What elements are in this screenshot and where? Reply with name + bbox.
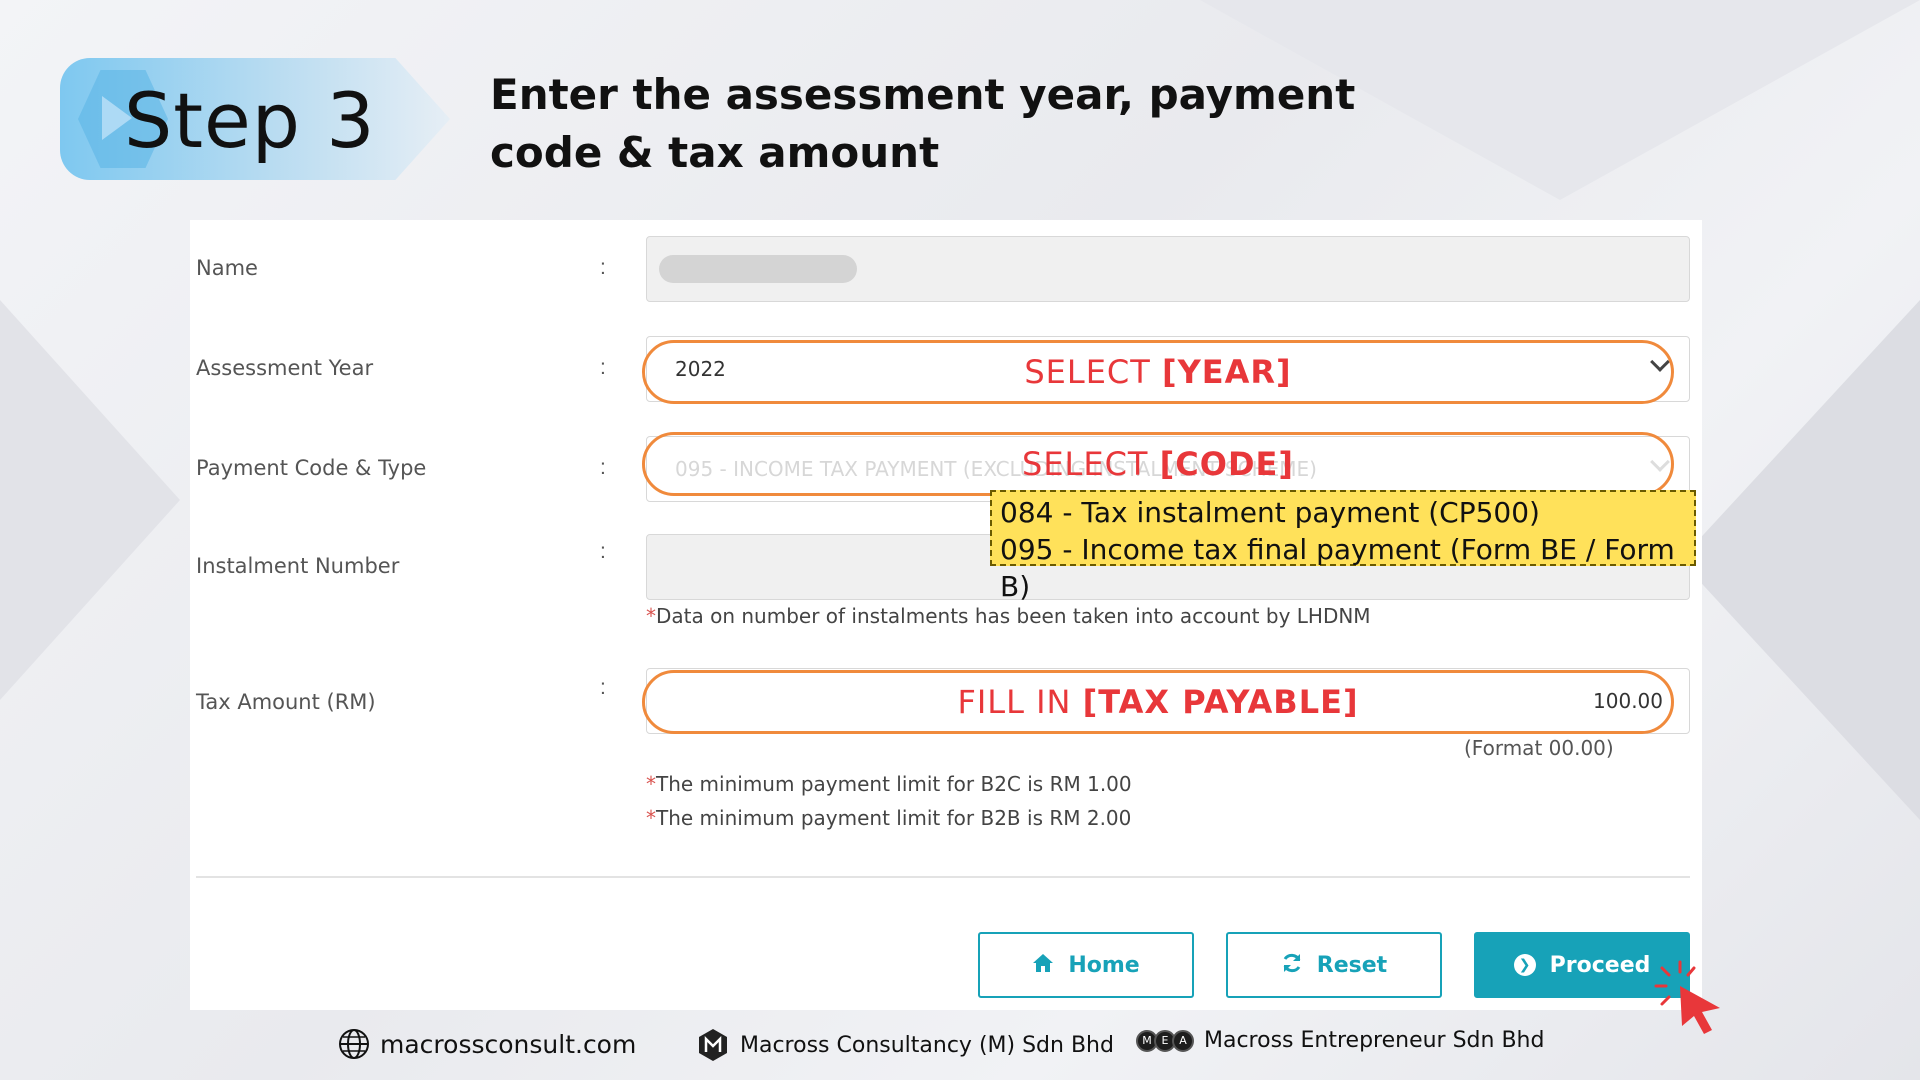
payment-code-colon: : [600,456,606,479]
tax-amount-label: Tax Amount (RM) [196,690,376,714]
required-star: * [646,806,656,830]
payment-code-options-note: 084 - Tax instalment payment (CP500) 095… [990,490,1696,603]
background-shape [0,300,180,700]
company1-text: Macross Consultancy (M) Sdn Bhd [740,1032,1114,1058]
code-option: 095 - Income tax final payment (Form BE … [1000,533,1675,603]
footer: macrossconsult.com Macross Consultancy (… [0,1024,1920,1068]
background-shape [1680,300,1920,820]
annotation-keyword: [YEAR] [1161,353,1292,391]
fill-tax-highlight: FILL IN [TAX PAYABLE] [642,670,1674,734]
home-button-label: Home [1068,952,1140,978]
footer-website[interactable]: macrossconsult.com [338,1028,636,1060]
fill-tax-annotation: FILL IN [TAX PAYABLE] [957,683,1358,721]
required-star: * [646,604,656,628]
reset-button-label: Reset [1316,952,1388,978]
annotation-keyword: [TAX PAYABLE] [1082,683,1359,721]
website-text: macrossconsult.com [380,1029,637,1059]
name-field [646,236,1690,302]
code-option: 084 - Tax instalment payment (CP500) [1000,496,1540,529]
reset-button[interactable]: Reset [1226,932,1442,998]
instalment-number-colon: : [600,540,606,563]
home-button[interactable]: Home [978,932,1194,998]
annotation-prefix: SELECT [1024,353,1162,391]
footer-company-macross-consultancy: Macross Consultancy (M) Sdn Bhd [696,1028,1114,1062]
mea-logo-letter: A [1172,1029,1194,1052]
globe-icon [339,1029,369,1059]
step-instruction: Enter the assessment year, payment code … [490,70,1356,177]
b2b-limit-text: The minimum payment limit for B2B is RM … [656,806,1132,830]
required-star: * [646,772,656,796]
tax-amount-format-hint: (Format 00.00) [1464,736,1614,760]
form-divider [196,876,1690,878]
name-colon: : [600,256,606,279]
mea-logo: M E A [1136,1029,1194,1052]
name-label: Name [196,256,258,280]
home-icon [1032,953,1054,978]
payment-code-label: Payment Code & Type [196,456,427,480]
annotation-prefix: SELECT [1022,445,1160,483]
annotation-prefix: FILL IN [957,683,1083,721]
instalment-note: *Data on number of instalments has been … [646,604,1371,628]
assessment-year-colon: : [600,356,606,379]
select-year-annotation: SELECT [YEAR] [1024,353,1291,391]
macross-consultancy-logo [699,1029,727,1061]
tax-amount-colon: : [600,676,606,699]
proceed-button-label: Proceed [1549,952,1651,978]
refresh-icon [1281,952,1303,979]
b2c-limit-note: *The minimum payment limit for B2C is RM… [646,772,1132,796]
arrow-circle-right-icon: ❯ [1513,954,1536,976]
footer-company-macross-entrepreneur: M E A Macross Entrepreneur Sdn Bhd [1136,1028,1545,1053]
select-code-annotation: SELECT [CODE] [1022,445,1294,483]
step-title: Step 3 [124,76,376,165]
select-code-highlight: SELECT [CODE] [642,432,1674,496]
instalment-number-label: Instalment Number [196,554,400,578]
redacted-name [659,255,857,283]
payment-form-panel: Name : Assessment Year : 2022 Payment Co… [190,220,1702,1010]
b2c-limit-text: The minimum payment limit for B2C is RM … [656,772,1132,796]
b2b-limit-note: *The minimum payment limit for B2B is RM… [646,806,1131,830]
company2-text: Macross Entrepreneur Sdn Bhd [1204,1028,1545,1053]
annotation-keyword: [CODE] [1159,445,1294,483]
instalment-note-text: Data on number of instalments has been t… [656,604,1371,628]
select-year-highlight: SELECT [YEAR] [642,340,1674,404]
assessment-year-label: Assessment Year [196,356,374,380]
